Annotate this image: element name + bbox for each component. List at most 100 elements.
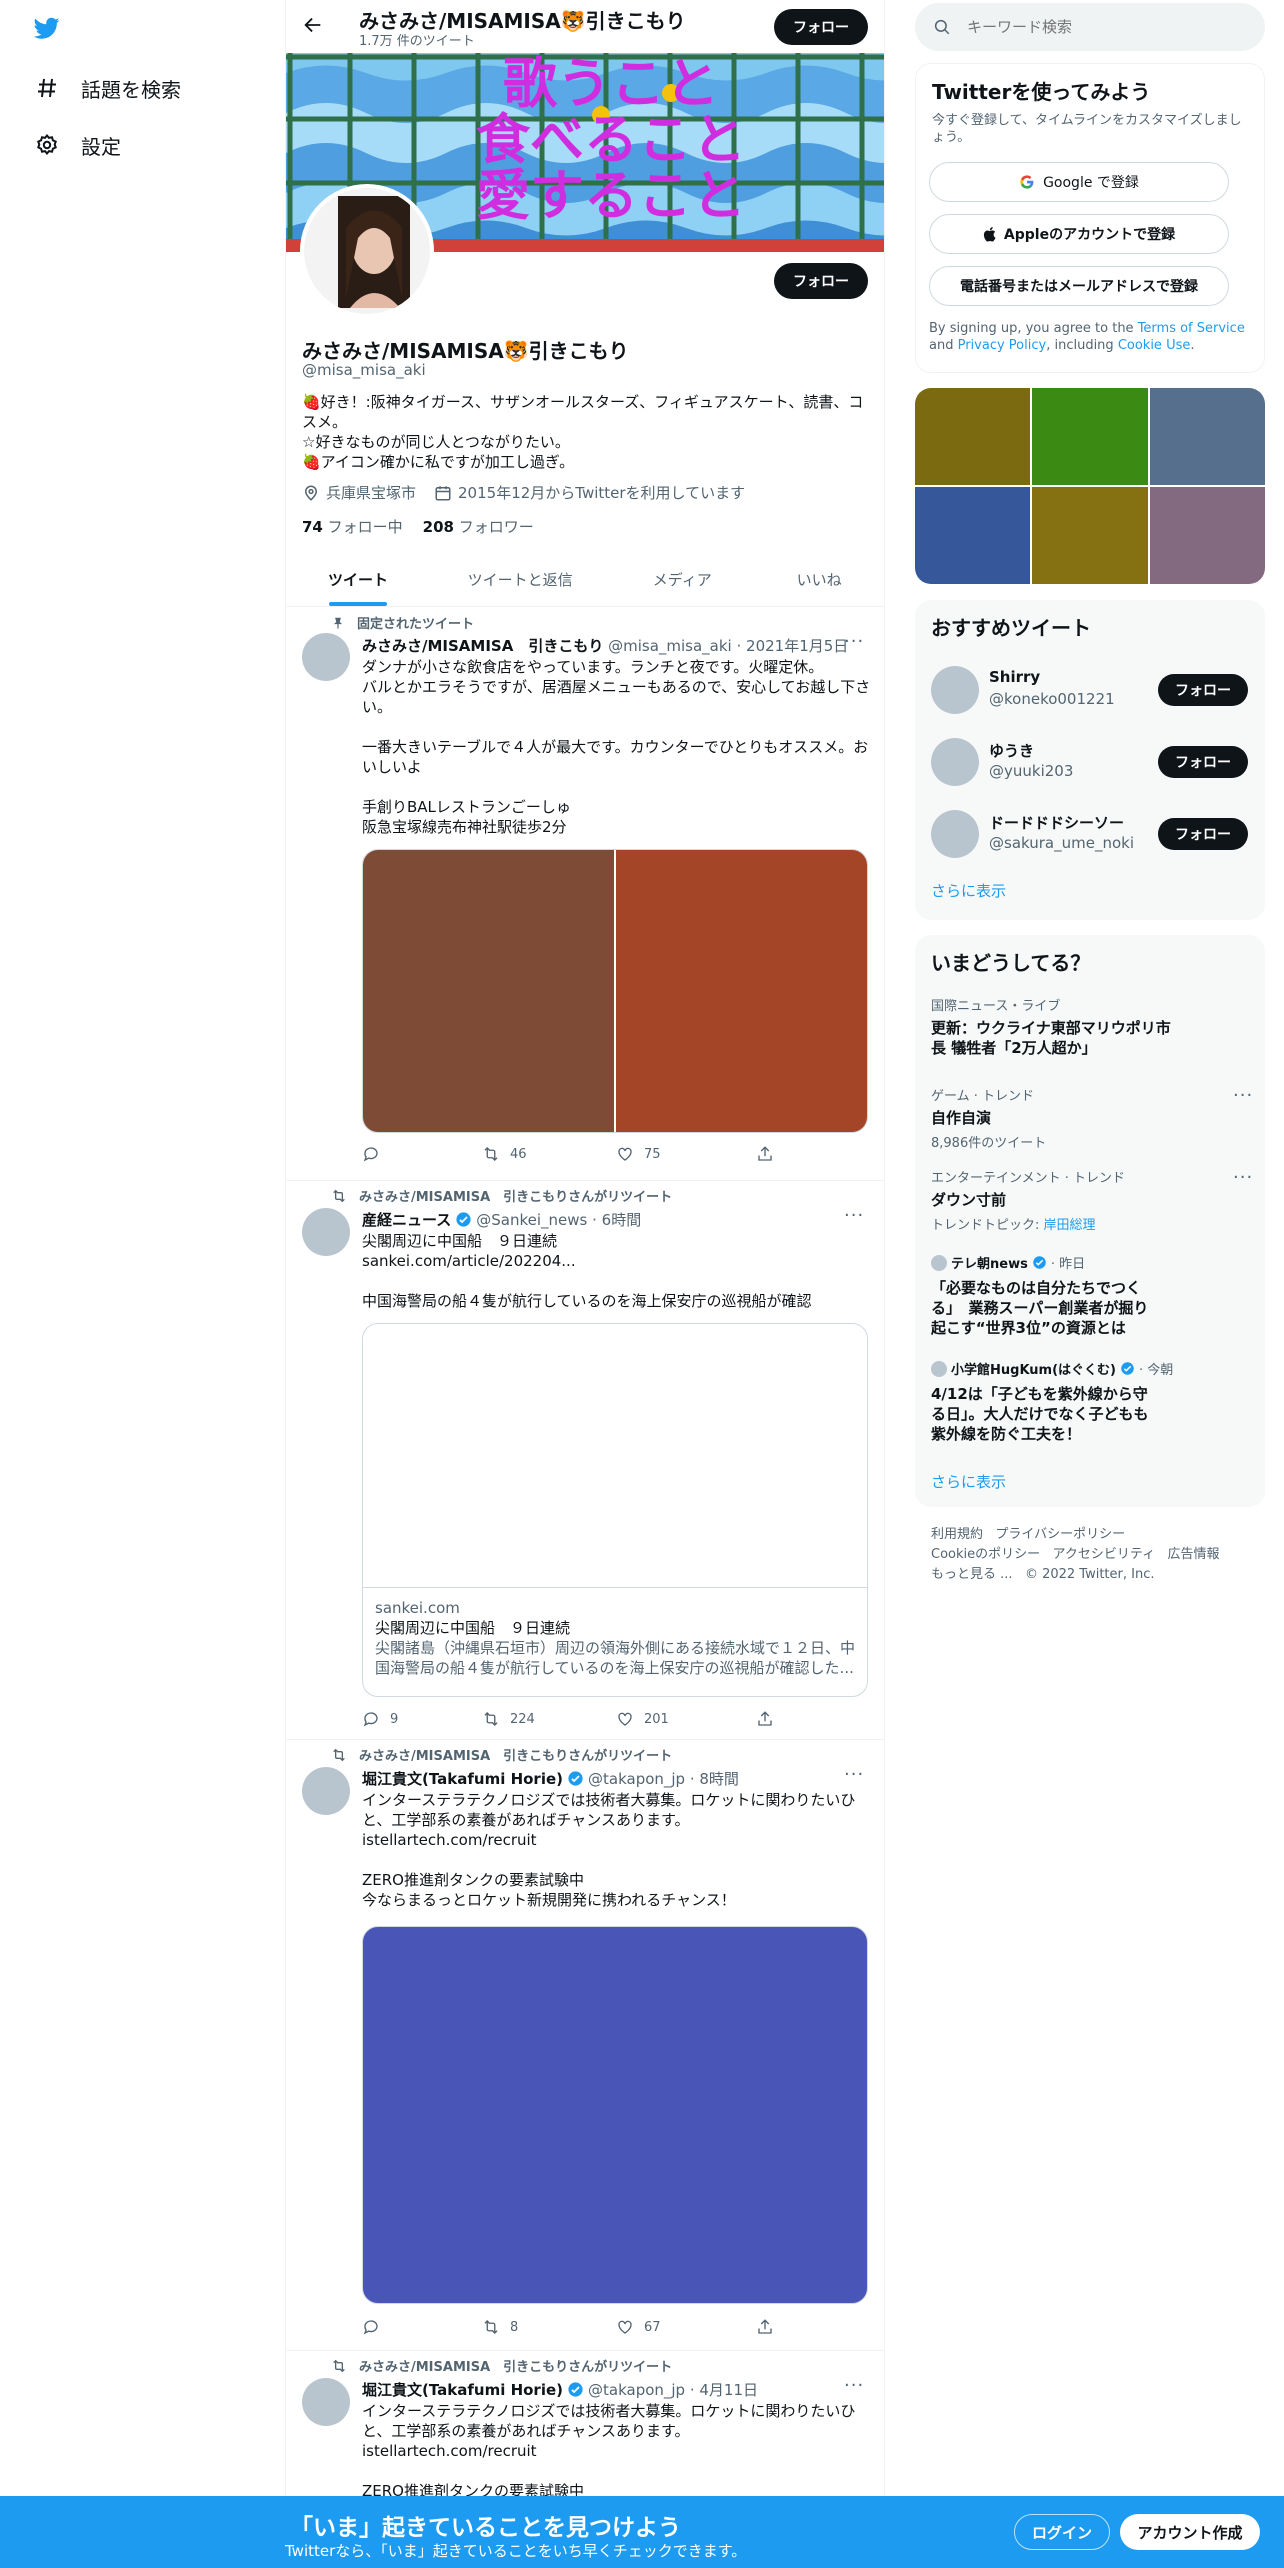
avatar[interactable] [302,2378,350,2426]
more-icon[interactable]: ··· [1233,1085,1253,1106]
avatar[interactable] [302,633,350,681]
suggestion-follow-button[interactable]: フォロー [1158,674,1248,706]
trend-topic-link[interactable]: 岸田総理 [1044,1218,1096,1233]
trend-item[interactable]: エンターテインメント · トレンド ダウン寸前 トレンドトピック: 岸田総理 [931,1167,1251,1233]
retweet-button[interactable]: 224 [482,1710,616,1728]
news-item[interactable]: テレ朝news · 昨日 「必要なものは自分たちでつくる」 業務スーパー創業者が… [931,1253,1251,1338]
trends-show-more[interactable]: さらに表示 [931,1471,1006,1492]
more-icon[interactable]: ··· [844,1764,864,1785]
tweet-retweet-horie-2[interactable]: みさみさ/MISAMISA 引きこもりさんがリツイート 堀江貴文(Takafum… [286,2351,884,2496]
bottom-login-button[interactable]: ログイン [1014,2514,1110,2550]
search-input[interactable] [967,18,1217,36]
retweet-button[interactable]: 8 [482,2318,616,2336]
media-thumbnail[interactable] [915,388,1031,485]
media-thumbnail[interactable] [1032,487,1148,584]
share-button[interactable] [756,2318,774,2336]
media-thumbnail[interactable] [1032,388,1148,485]
profile-follow-button[interactable]: フォロー [774,263,868,299]
tweet-media[interactable] [362,849,868,1133]
tweet-link[interactable]: sankei.com/article/202204... [362,1251,576,1271]
hashtag-icon [38,78,56,98]
footer-link[interactable]: 利用規約 [931,1527,983,1542]
phone-email-signup-button[interactable]: 電話番号またはメールアドレスで登録 [929,266,1229,306]
tweet-handle-time: @Sankei_news · 6時間 [476,1211,642,1229]
tweet-author[interactable]: 堀江貴文(Takafumi Horie) [362,1768,563,1789]
profile-avatar[interactable] [300,184,434,318]
media-thumbnail[interactable] [1149,388,1265,485]
avatar[interactable] [302,1208,350,1256]
footer-link[interactable]: Cookieのポリシー [931,1547,1040,1562]
heart-icon [618,2320,632,2334]
trend-category: エンターテインメント · トレンド [931,1171,1126,1186]
footer-link[interactable]: プライバシーポリシー [995,1527,1125,1542]
followers-link[interactable]: 208 フォロワー [423,516,534,537]
media-thumbnail[interactable] [915,487,1031,584]
tweet-media[interactable] [362,1926,868,2304]
tab-replies[interactable]: ツイートと返信 [430,553,610,606]
header-follow-button[interactable]: フォロー [774,9,868,45]
reply-button[interactable] [362,2318,482,2336]
tweet-text: ダンナが小さな飲食店をやっています。ランチと夜です。火曜定休。 バルとかエラそう… [362,658,871,836]
tweet-author[interactable]: 産経ニュース [362,1209,451,1230]
suggestion-follow-button[interactable]: フォロー [1158,818,1248,850]
tweet-retweet-horie[interactable]: みさみさ/MISAMISA 引きこもりさんがリツイート 堀江貴文(Takafum… [286,1740,884,2350]
more-icon[interactable]: ··· [844,1205,864,1226]
avatar[interactable] [931,738,979,786]
footer-more-link[interactable]: もっと見る ... [931,1567,1013,1582]
google-signup-button[interactable]: Google で登録 [929,162,1229,202]
like-button[interactable]: 201 [616,1710,756,1728]
tweet-text: インターステラテクノロジズでは技術者大募集。ロケットに関わりたいひと、工学部系の… [362,2402,856,2440]
tab-tweets[interactable]: ツイート [286,553,430,606]
tweet-pinned[interactable]: 固定されたツイート みさみさ/MISAMISA 引きこもり @misa_misa… [286,607,884,1180]
news-item[interactable]: 小学館HugKum(はぐくむ) · 今朝 4/12は「子どもを紫外線から守る日」… [931,1359,1251,1444]
tweet-author[interactable]: みさみさ/MISAMISA 引きこもり [362,637,603,655]
footer-link[interactable]: アクセシビリティ [1053,1547,1156,1562]
avatar[interactable] [931,810,979,858]
link-card[interactable]: sankei.com 尖閣周辺に中国船 ９日連続 尖閣諸島（沖縄県石垣市）周辺の… [362,1323,868,1697]
avatar[interactable] [302,1767,350,1815]
reply-button[interactable] [362,1145,482,1163]
media-image-2[interactable] [616,850,867,1132]
avatar[interactable] [931,666,979,714]
more-icon[interactable]: ··· [844,2375,864,2396]
more-icon[interactable]: ··· [844,631,864,652]
who-to-follow-show-more[interactable]: さらに表示 [931,880,1006,901]
media-thumbnail[interactable] [1149,487,1265,584]
following-link[interactable]: 74 フォロー中 [302,516,403,537]
follow-suggestion[interactable]: Shirry @koneko001221 フォロー [931,662,1251,718]
reply-icon [363,1147,378,1162]
nav-explore[interactable]: 話題を検索 [35,70,181,106]
like-button[interactable]: 75 [616,1145,756,1163]
privacy-link[interactable]: Privacy Policy [958,338,1047,353]
back-arrow-icon[interactable] [302,14,326,38]
follow-suggestion[interactable]: ゆうき @yuuki203 フォロー [931,734,1251,790]
trend-item[interactable]: ゲーム · トレンド 自作自演 8,986件のツイート [931,1085,1251,1151]
suggestion-follow-button[interactable]: フォロー [1158,746,1248,778]
retweet-button[interactable]: 46 [482,1145,616,1163]
follow-suggestion[interactable]: ドードドドシーソー @sakura_ume_noki フォロー [931,806,1251,862]
signup-legal: By signing up, you agree to the Terms of… [929,321,1245,353]
tweet-link[interactable]: istellartech.com/recruit [362,1830,537,1850]
bottom-signup-button[interactable]: アカウント作成 [1120,2514,1260,2550]
share-button[interactable] [756,1145,774,1163]
footer-link[interactable]: 広告情報 [1168,1547,1220,1562]
search-box[interactable] [915,3,1265,51]
apple-signup-button[interactable]: Appleのアカウントで登録 [929,214,1229,254]
terms-link[interactable]: Terms of Service [1138,321,1245,336]
reply-button[interactable]: 9 [362,1710,482,1728]
like-button[interactable]: 67 [616,2318,756,2336]
nav-settings[interactable]: 設定 [35,127,121,163]
cookie-link[interactable]: Cookie Use [1118,338,1191,353]
news-source: 小学館HugKum(はぐくむ) [951,1363,1116,1378]
trend-item[interactable]: 国際ニュース・ライブ 更新：ウクライナ東部マリウポリ市長 犠牲者「2万人超か」 [931,995,1251,1058]
twitter-logo-icon[interactable] [32,15,62,41]
tweet-retweet-sankei[interactable]: みさみさ/MISAMISA 引きこもりさんがリツイート 産経ニュース @Sank… [286,1181,884,1739]
media-image-1[interactable] [363,850,614,1132]
tab-likes[interactable]: いいね [754,553,884,606]
tweet-author[interactable]: 堀江貴文(Takafumi Horie) [362,2379,563,2400]
share-button[interactable] [756,1710,774,1728]
like-count: 67 [644,2319,661,2335]
tab-media[interactable]: メディア [610,553,754,606]
tweet-link[interactable]: istellartech.com/recruit [362,2441,537,2461]
more-icon[interactable]: ··· [1233,1167,1253,1188]
